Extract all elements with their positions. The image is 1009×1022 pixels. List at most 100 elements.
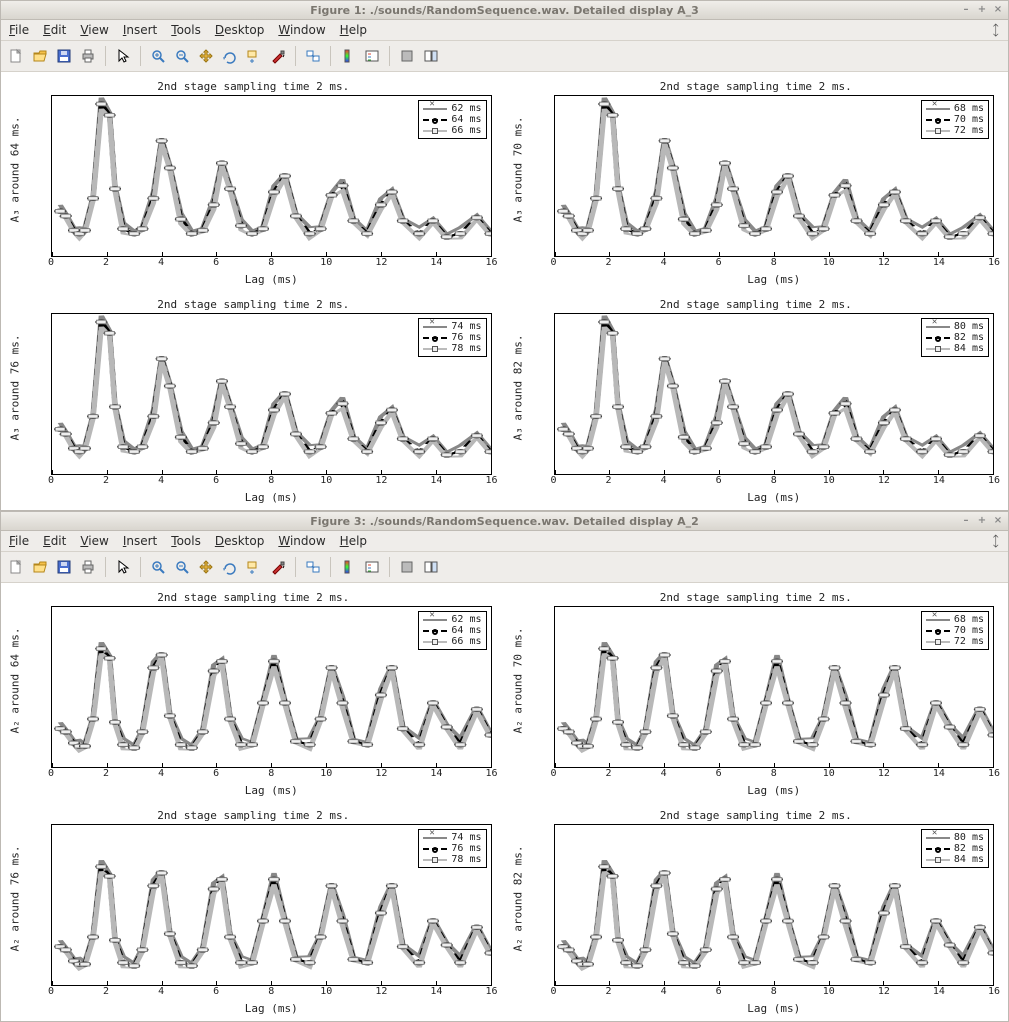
- menu-edit[interactable]: Edit: [43, 534, 66, 548]
- window-maximize-icon[interactable]: +: [976, 514, 988, 526]
- open-file-icon[interactable]: [29, 45, 51, 67]
- pointer-icon[interactable]: [112, 556, 134, 578]
- x-tick-label: 8: [268, 475, 274, 486]
- open-file-icon[interactable]: [29, 556, 51, 578]
- menu-tools[interactable]: Tools: [171, 534, 201, 548]
- plot-axes[interactable]: 80 ms 82 ms 84 ms: [554, 824, 995, 986]
- menu-view[interactable]: View: [80, 23, 108, 37]
- hide-tools-icon[interactable]: [396, 45, 418, 67]
- x-tick-label: 14: [430, 475, 442, 486]
- window-close-icon[interactable]: ×: [992, 514, 1004, 526]
- legend-entry: 68 ms: [926, 614, 984, 625]
- menu-file[interactable]: File: [9, 23, 29, 37]
- plot-axes[interactable]: 68 ms 70 ms 72 ms: [554, 606, 995, 768]
- menu-insert[interactable]: Insert: [123, 534, 157, 548]
- legend-box[interactable]: 68 ms 70 ms 72 ms: [921, 611, 989, 650]
- subplot: A₃ around 64 ms. 2nd stage sampling time…: [7, 80, 500, 286]
- titlebar[interactable]: Figure 1: ./sounds/RandomSequence.wav. D…: [1, 1, 1008, 20]
- print-icon[interactable]: [77, 45, 99, 67]
- zoom-out-icon[interactable]: [171, 45, 193, 67]
- zoom-in-icon[interactable]: [147, 556, 169, 578]
- legend-box[interactable]: 62 ms 64 ms 66 ms: [418, 611, 486, 650]
- dock-corner-icon[interactable]: ⤡: [986, 532, 1004, 550]
- data-cursor-icon[interactable]: [243, 45, 265, 67]
- plot-axes[interactable]: 62 ms 64 ms 66 ms: [51, 606, 492, 768]
- menu-help[interactable]: Help: [340, 23, 367, 37]
- x-tick-label: 8: [771, 475, 777, 486]
- x-tick-label: 4: [158, 768, 164, 779]
- menu-view[interactable]: View: [80, 534, 108, 548]
- zoom-in-icon[interactable]: [147, 45, 169, 67]
- brush-icon[interactable]: [267, 45, 289, 67]
- menu-help[interactable]: Help: [340, 534, 367, 548]
- figure-canvas[interactable]: A₃ around 64 ms. 2nd stage sampling time…: [1, 72, 1008, 510]
- link-plots-icon[interactable]: [302, 45, 324, 67]
- window-title: Figure 3: ./sounds/RandomSequence.wav. D…: [310, 515, 699, 528]
- save-icon[interactable]: [53, 556, 75, 578]
- save-icon[interactable]: [53, 45, 75, 67]
- legend-entry: 64 ms: [423, 114, 481, 125]
- pointer-icon[interactable]: [112, 45, 134, 67]
- brush-icon[interactable]: [267, 556, 289, 578]
- legend-swatch-icon: [423, 859, 447, 861]
- hide-tools-icon[interactable]: [396, 556, 418, 578]
- x-tick-label: 12: [375, 768, 387, 779]
- window-minimize-icon[interactable]: –: [960, 3, 972, 15]
- legend-box[interactable]: 62 ms 64 ms 66 ms: [418, 100, 486, 139]
- zoom-out-icon[interactable]: [171, 556, 193, 578]
- legend-box[interactable]: 80 ms 82 ms 84 ms: [921, 829, 989, 868]
- menu-insert[interactable]: Insert: [123, 23, 157, 37]
- link-plots-icon[interactable]: [302, 556, 324, 578]
- menu-window[interactable]: Window: [278, 23, 325, 37]
- menu-window[interactable]: Window: [278, 534, 325, 548]
- legend-box[interactable]: 74 ms 76 ms 78 ms: [418, 829, 486, 868]
- plot-axes[interactable]: 74 ms 76 ms 78 ms: [51, 313, 492, 475]
- menu-desktop[interactable]: Desktop: [215, 534, 265, 548]
- window-close-icon[interactable]: ×: [992, 3, 1004, 15]
- insert-legend-icon[interactable]: [361, 45, 383, 67]
- plot-axes[interactable]: 80 ms 82 ms 84 ms: [554, 313, 995, 475]
- x-tick-label: 6: [213, 986, 219, 997]
- toolbar-separator: [105, 557, 106, 577]
- new-figure-icon[interactable]: [5, 45, 27, 67]
- rotate3d-icon[interactable]: [219, 45, 241, 67]
- plot-axes[interactable]: 74 ms 76 ms 78 ms: [51, 824, 492, 986]
- pan-icon[interactable]: [195, 556, 217, 578]
- menu-file[interactable]: File: [9, 534, 29, 548]
- legend-label: 72 ms: [954, 636, 984, 647]
- legend-entry: 66 ms: [423, 636, 481, 647]
- dock-icon[interactable]: [420, 556, 442, 578]
- titlebar[interactable]: Figure 3: ./sounds/RandomSequence.wav. D…: [1, 512, 1008, 531]
- legend-swatch-icon: [423, 848, 447, 850]
- legend-label: 66 ms: [451, 125, 481, 136]
- legend-swatch-icon: [423, 108, 447, 110]
- x-tick-label: 4: [158, 475, 164, 486]
- plot-axes[interactable]: 62 ms 64 ms 66 ms: [51, 95, 492, 257]
- legend-swatch-icon: [926, 337, 950, 339]
- insert-colorbar-icon[interactable]: [337, 556, 359, 578]
- legend-entry: 64 ms: [423, 625, 481, 636]
- legend-box[interactable]: 80 ms 82 ms 84 ms: [921, 318, 989, 357]
- menubar: File Edit View Insert Tools Desktop Window Help…: [1, 20, 1008, 41]
- insert-legend-icon[interactable]: [361, 556, 383, 578]
- plot-axes[interactable]: 68 ms 70 ms 72 ms: [554, 95, 995, 257]
- rotate3d-icon[interactable]: [219, 556, 241, 578]
- menu-edit[interactable]: Edit: [43, 23, 66, 37]
- legend-entry: 80 ms: [926, 321, 984, 332]
- x-tick-label: 14: [430, 257, 442, 268]
- legend-box[interactable]: 74 ms 76 ms 78 ms: [418, 318, 486, 357]
- dock-corner-icon[interactable]: ⤡: [986, 21, 1004, 39]
- data-cursor-icon[interactable]: [243, 556, 265, 578]
- legend-swatch-icon: [423, 630, 447, 632]
- dock-icon[interactable]: [420, 45, 442, 67]
- insert-colorbar-icon[interactable]: [337, 45, 359, 67]
- window-maximize-icon[interactable]: +: [976, 3, 988, 15]
- figure-canvas[interactable]: A₂ around 64 ms. 2nd stage sampling time…: [1, 583, 1008, 1021]
- menu-tools[interactable]: Tools: [171, 23, 201, 37]
- pan-icon[interactable]: [195, 45, 217, 67]
- window-minimize-icon[interactable]: –: [960, 514, 972, 526]
- print-icon[interactable]: [77, 556, 99, 578]
- new-figure-icon[interactable]: [5, 556, 27, 578]
- menu-desktop[interactable]: Desktop: [215, 23, 265, 37]
- legend-box[interactable]: 68 ms 70 ms 72 ms: [921, 100, 989, 139]
